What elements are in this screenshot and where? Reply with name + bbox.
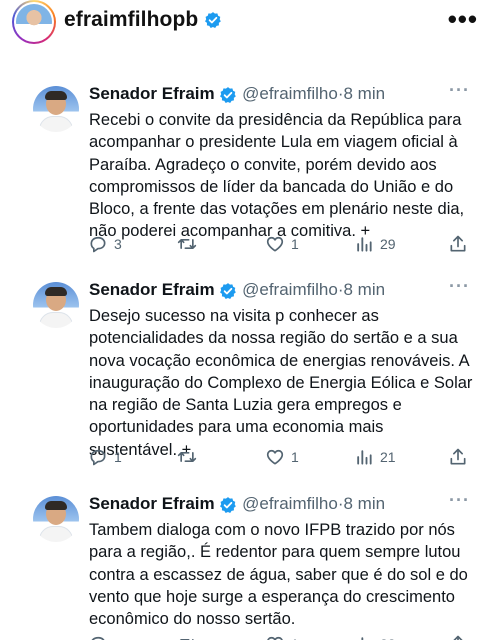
views-button[interactable]: 22 [354, 632, 396, 640]
reply-count: 1 [114, 449, 122, 465]
author-handle[interactable]: @efraimfilho [242, 494, 338, 513]
share-icon [453, 635, 463, 640]
more-options-button[interactable]: ••• [448, 4, 478, 35]
tweet-time[interactable]: 8 min [343, 494, 385, 513]
reply-icon [91, 636, 105, 640]
share-icon [450, 235, 466, 252]
tweet-time[interactable]: 8 min [343, 84, 385, 103]
tweet-actions: 3 1 29 [0, 232, 500, 256]
reply-icon [90, 449, 106, 466]
views-icon [357, 450, 372, 465]
like-icon [266, 449, 284, 465]
like-button[interactable]: 1 [265, 632, 299, 640]
tweet-header: Senador Efraim @efraimfilho·8 min [89, 84, 385, 104]
retweet-button[interactable] [176, 445, 204, 469]
retweet-icon [179, 639, 194, 640]
like-icon [267, 636, 283, 640]
like-icon [266, 236, 284, 252]
retweet-button[interactable] [176, 232, 204, 256]
views-count: 21 [380, 449, 396, 465]
author-name[interactable]: Senador Efraim [89, 494, 215, 513]
views-count: 22 [380, 636, 396, 640]
retweet-icon [177, 452, 197, 462]
author-name[interactable]: Senador Efraim [89, 280, 215, 299]
share-button[interactable] [448, 632, 468, 640]
reply-button[interactable]: 3 [88, 232, 122, 256]
tweet-text: Tambem dialoga com o novo IFPB trazido p… [89, 521, 468, 629]
verified-badge-icon [205, 12, 222, 29]
views-button[interactable]: 29 [354, 232, 396, 256]
tweet-header: Senador Efraim @efraimfilho·8 min [89, 280, 385, 300]
profile-header: efraimfilhopb ••• [0, 0, 500, 46]
profile-handle-text: efraimfilhopb [64, 8, 199, 31]
author-handle[interactable]: @efraimfilho [242, 280, 338, 299]
like-count: 1 [291, 636, 299, 640]
more-icon[interactable]: ··· [449, 80, 470, 101]
avatar[interactable] [33, 86, 79, 132]
retweet-button[interactable] [176, 632, 204, 640]
more-icon[interactable]: ··· [449, 276, 470, 297]
like-count: 1 [291, 236, 299, 252]
views-count: 29 [380, 236, 396, 252]
reply-count: 3 [114, 236, 122, 252]
tweet-text: Desejo sucesso na visita p conhecer as p… [89, 307, 473, 459]
tweet-actions: 1 22 [0, 632, 500, 640]
views-icon [357, 237, 372, 252]
share-button[interactable] [448, 445, 468, 469]
like-button[interactable]: 1 [265, 445, 299, 469]
reply-button[interactable] [88, 632, 114, 640]
share-icon [450, 448, 466, 465]
like-count: 1 [291, 449, 299, 465]
verified-badge-icon [220, 282, 237, 299]
author-handle[interactable]: @efraimfilho [242, 84, 338, 103]
more-icon[interactable]: ··· [449, 490, 470, 511]
retweet-icon [177, 239, 197, 249]
reply-icon [90, 236, 106, 253]
views-icon [361, 637, 364, 640]
author-name[interactable]: Senador Efraim [89, 84, 215, 103]
tweet-actions: 1 1 21 [0, 445, 500, 469]
reply-button[interactable]: 1 [88, 445, 122, 469]
tweet-header: Senador Efraim @efraimfilho·8 min [89, 494, 385, 514]
verified-badge-icon [220, 496, 237, 513]
profile-avatar[interactable] [12, 0, 56, 44]
views-button[interactable]: 21 [354, 445, 396, 469]
tweet-time[interactable]: 8 min [343, 280, 385, 299]
like-button[interactable]: 1 [265, 232, 299, 256]
tweet-text: Recebi o convite da presidência da Repúb… [89, 111, 465, 241]
share-button[interactable] [448, 232, 468, 256]
avatar[interactable] [33, 496, 79, 542]
avatar[interactable] [33, 282, 79, 328]
verified-badge-icon [220, 86, 237, 103]
profile-handle[interactable]: efraimfilhopb [64, 8, 222, 32]
